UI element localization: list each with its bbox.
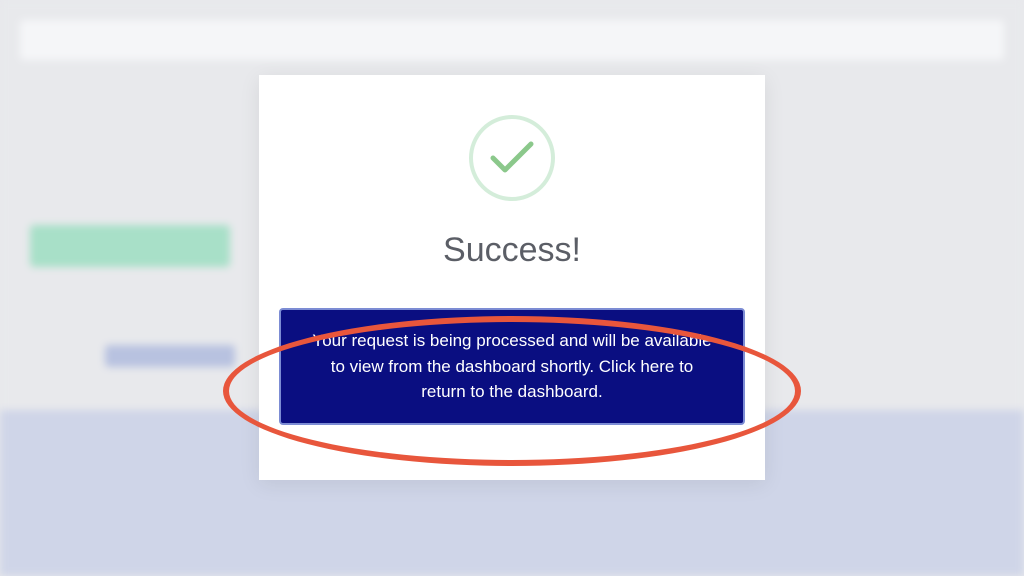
success-icon-circle <box>469 115 555 201</box>
bg-topbar <box>20 20 1004 60</box>
bg-blue-pill <box>105 345 235 367</box>
success-modal: Success! Your request is being processed… <box>259 75 765 480</box>
modal-title: Success! <box>443 231 581 270</box>
bg-green-pill <box>30 225 230 267</box>
checkmark-icon <box>489 140 535 176</box>
return-to-dashboard-button[interactable]: Your request is being processed and will… <box>279 308 745 425</box>
